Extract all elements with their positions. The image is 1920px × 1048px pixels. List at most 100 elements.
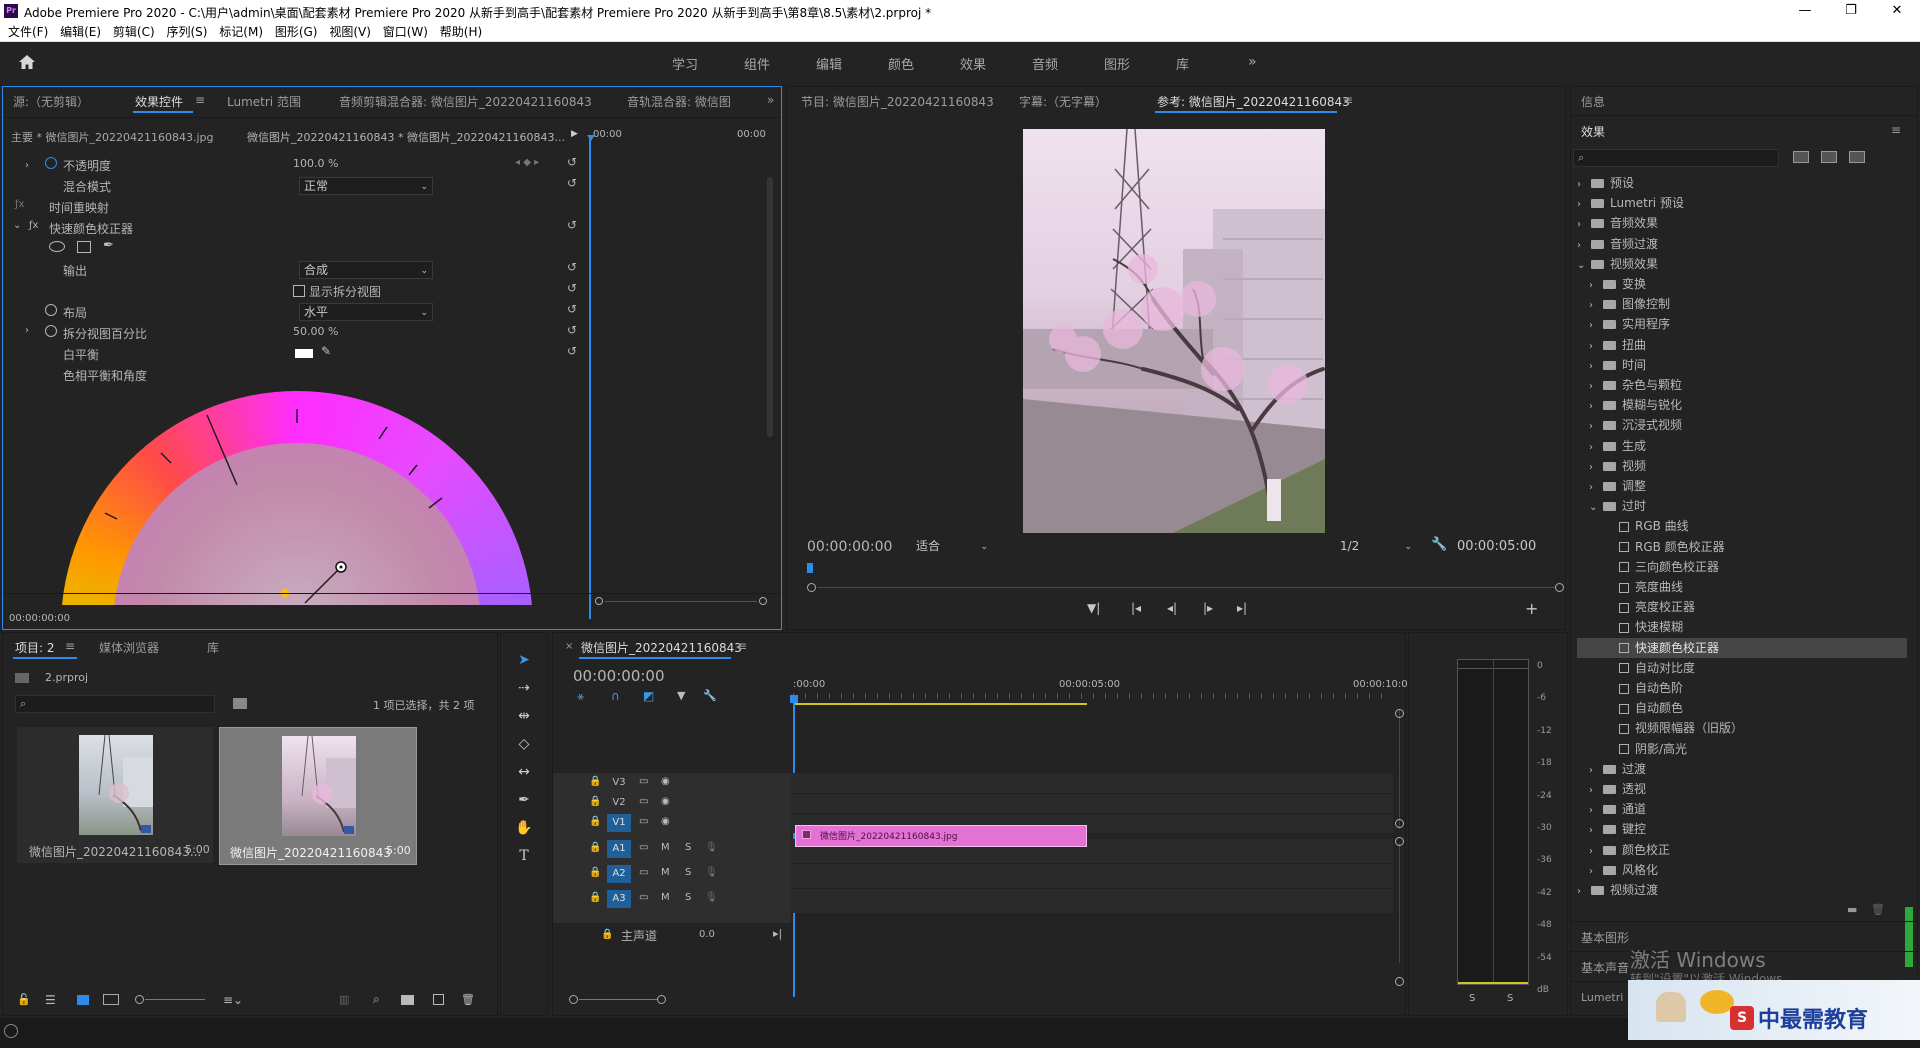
go-to-in-icon[interactable]: |◂ bbox=[1131, 601, 1141, 615]
lock-icon[interactable]: 🔒 bbox=[589, 816, 601, 827]
time-ruler[interactable] bbox=[793, 693, 1393, 699]
split-view-checkbox[interactable] bbox=[293, 285, 305, 297]
effect-folder[interactable]: › 扭曲 bbox=[1577, 335, 1907, 355]
wrench-icon[interactable]: 🔧 bbox=[703, 689, 717, 702]
zoom-slider[interactable] bbox=[145, 999, 205, 1000]
timeline-timecode[interactable]: 00:00:00:00 bbox=[573, 667, 665, 685]
expand-chevron-icon[interactable]: › bbox=[1577, 215, 1591, 235]
trash-icon[interactable]: 🗑 bbox=[461, 993, 475, 1006]
reset-icon[interactable]: ↺ bbox=[567, 344, 577, 358]
microphone-icon[interactable]: 🎙 bbox=[705, 842, 718, 853]
effect-item[interactable]: 视频限幅器（旧版） bbox=[1577, 718, 1907, 738]
reset-icon[interactable]: ↺ bbox=[567, 323, 577, 337]
program-timecode-current[interactable]: 00:00:00:00 bbox=[807, 539, 892, 555]
effect-folder[interactable]: › 图像控制 bbox=[1577, 294, 1907, 314]
expand-chevron-icon[interactable]: › bbox=[1589, 862, 1603, 882]
menu-marker[interactable]: 标记(M) bbox=[219, 22, 263, 42]
expand-chevron-icon[interactable]: › bbox=[1589, 316, 1603, 336]
list-view-icon[interactable]: ☰ bbox=[45, 993, 56, 1007]
layout-select[interactable]: 水平 ⌄ bbox=[299, 303, 433, 321]
reset-icon[interactable]: ↺ bbox=[567, 281, 577, 295]
expand-chevron-icon[interactable]: › bbox=[1577, 236, 1591, 256]
tab-effects[interactable]: 效果 bbox=[1581, 123, 1605, 140]
tab-essential-sound[interactable]: 基本声音 bbox=[1581, 959, 1629, 976]
tab-track-mixer[interactable]: 音轨混合器: 微信图 bbox=[627, 93, 731, 110]
solo-left-button[interactable]: S bbox=[1469, 993, 1475, 1004]
sequence-clip-label[interactable]: 微信图片_20220421160843 * 微信图片_2022042116084… bbox=[247, 129, 565, 145]
zoom-handle-left[interactable] bbox=[569, 995, 578, 1004]
sync-lock-icon[interactable]: ▭ bbox=[639, 796, 648, 807]
vertical-scrollbar[interactable] bbox=[1399, 709, 1400, 829]
expand-chevron-icon[interactable]: › bbox=[1589, 296, 1603, 316]
timeline-playhead-head[interactable] bbox=[790, 695, 798, 703]
close-tab-icon[interactable]: × bbox=[565, 641, 573, 652]
reset-icon[interactable]: ↺ bbox=[567, 302, 577, 316]
effect-item[interactable]: RGB 颜色校正器 bbox=[1577, 537, 1907, 557]
stopwatch-icon[interactable] bbox=[45, 304, 57, 316]
tab-info[interactable]: 信息 bbox=[1581, 93, 1605, 110]
selection-tool-icon[interactable]: ➤ bbox=[513, 649, 535, 671]
effect-item[interactable]: 快速颜色校正器 bbox=[1577, 637, 1907, 658]
resolution-select[interactable]: 1/2 ⌄ bbox=[1335, 537, 1417, 555]
tab-captions[interactable]: 字幕:（无字幕） bbox=[1019, 93, 1107, 110]
workspace-assembly[interactable]: 组件 bbox=[744, 54, 770, 73]
reset-icon[interactable]: ↺ bbox=[567, 155, 577, 169]
reset-icon[interactable]: ↺ bbox=[567, 218, 577, 232]
vertical-scrollbar[interactable] bbox=[1399, 843, 1400, 963]
mute-button[interactable]: M bbox=[661, 867, 670, 878]
track-target-v2[interactable]: V2 bbox=[607, 794, 631, 812]
solo-right-button[interactable]: S bbox=[1507, 993, 1513, 1004]
tab-reference[interactable]: 参考: 微信图片_20220421160843 bbox=[1157, 93, 1350, 110]
track-target-a2[interactable]: A2 bbox=[607, 865, 631, 883]
sync-lock-icon[interactable]: ▭ bbox=[639, 892, 648, 903]
work-area-bar[interactable] bbox=[793, 703, 1087, 705]
track-target-v3[interactable]: V3 bbox=[607, 774, 631, 792]
tab-audio-clip-mixer[interactable]: 音频剪辑混合器: 微信图片_20220421160843 bbox=[339, 93, 592, 110]
zoom-slider-handle[interactable] bbox=[135, 995, 144, 1004]
linked-selection-icon[interactable]: ◩ bbox=[643, 689, 654, 703]
master-track-value[interactable]: 0.0 bbox=[699, 929, 715, 940]
zoom-handle-left[interactable] bbox=[807, 583, 816, 592]
effect-item[interactable]: 快速模糊 bbox=[1577, 617, 1907, 637]
tab-menu-icon[interactable]: ≡ bbox=[195, 93, 205, 107]
effects-search-input[interactable]: ⌕ bbox=[1573, 149, 1779, 167]
sync-lock-icon[interactable]: ▭ bbox=[639, 867, 648, 878]
menu-clip[interactable]: 剪辑(C) bbox=[113, 22, 155, 42]
track-select-tool-icon[interactable]: ⇢ bbox=[513, 677, 535, 699]
split-percent-value[interactable]: 50.00 % bbox=[293, 325, 338, 338]
effect-item[interactable]: 亮度校正器 bbox=[1577, 597, 1907, 617]
expand-chevron-icon[interactable]: › bbox=[1589, 761, 1603, 781]
tab-effect-controls[interactable]: 效果控件 bbox=[135, 93, 183, 110]
collapse-chevron-icon[interactable]: ⌄ bbox=[1589, 498, 1603, 518]
close-button[interactable]: ✕ bbox=[1874, 0, 1920, 22]
workspace-audio[interactable]: 音频 bbox=[1032, 54, 1058, 73]
track-target-a3[interactable]: A3 bbox=[607, 890, 631, 908]
effect-folder[interactable]: › 音频过渡 bbox=[1577, 234, 1907, 254]
minimize-button[interactable]: — bbox=[1782, 0, 1828, 22]
tab-menu-icon[interactable]: ≡ bbox=[65, 639, 75, 653]
solo-button[interactable]: S bbox=[685, 842, 691, 853]
yuv-effects-icon[interactable] bbox=[1849, 151, 1865, 163]
white-balance-swatch[interactable] bbox=[295, 349, 313, 358]
solo-button[interactable]: S bbox=[685, 892, 691, 903]
program-time-ruler[interactable] bbox=[807, 563, 1563, 577]
lock-icon[interactable]: 🔒 bbox=[589, 842, 601, 853]
home-icon[interactable] bbox=[18, 54, 36, 70]
blend-mode-select[interactable]: 正常 ⌄ bbox=[299, 177, 433, 195]
menu-help[interactable]: 帮助(H) bbox=[440, 22, 482, 42]
effect-item[interactable]: 三向颜色校正器 bbox=[1577, 557, 1907, 577]
effect-folder[interactable]: › 调整 bbox=[1577, 476, 1907, 496]
new-item-icon[interactable] bbox=[433, 994, 444, 1005]
tab-program[interactable]: 节目: 微信图片_20220421160843 bbox=[801, 93, 994, 110]
eye-icon[interactable]: ◉ bbox=[661, 776, 670, 787]
expand-chevron-icon[interactable]: › bbox=[25, 325, 29, 336]
project-item-selected[interactable]: 微信图片_20220421160843 5:00 bbox=[219, 727, 417, 865]
eye-icon[interactable]: ◉ bbox=[661, 796, 670, 807]
workspace-color[interactable]: 颜色 bbox=[888, 54, 914, 73]
sort-icon[interactable]: ≡⌄ bbox=[223, 993, 243, 1007]
effect-folder[interactable]: › 颜色校正 bbox=[1577, 840, 1907, 860]
expand-chevron-icon[interactable]: › bbox=[1589, 417, 1603, 437]
accelerated-effects-icon[interactable] bbox=[1793, 151, 1809, 163]
program-playhead[interactable] bbox=[807, 563, 813, 573]
ec-playhead-head[interactable] bbox=[587, 135, 595, 141]
